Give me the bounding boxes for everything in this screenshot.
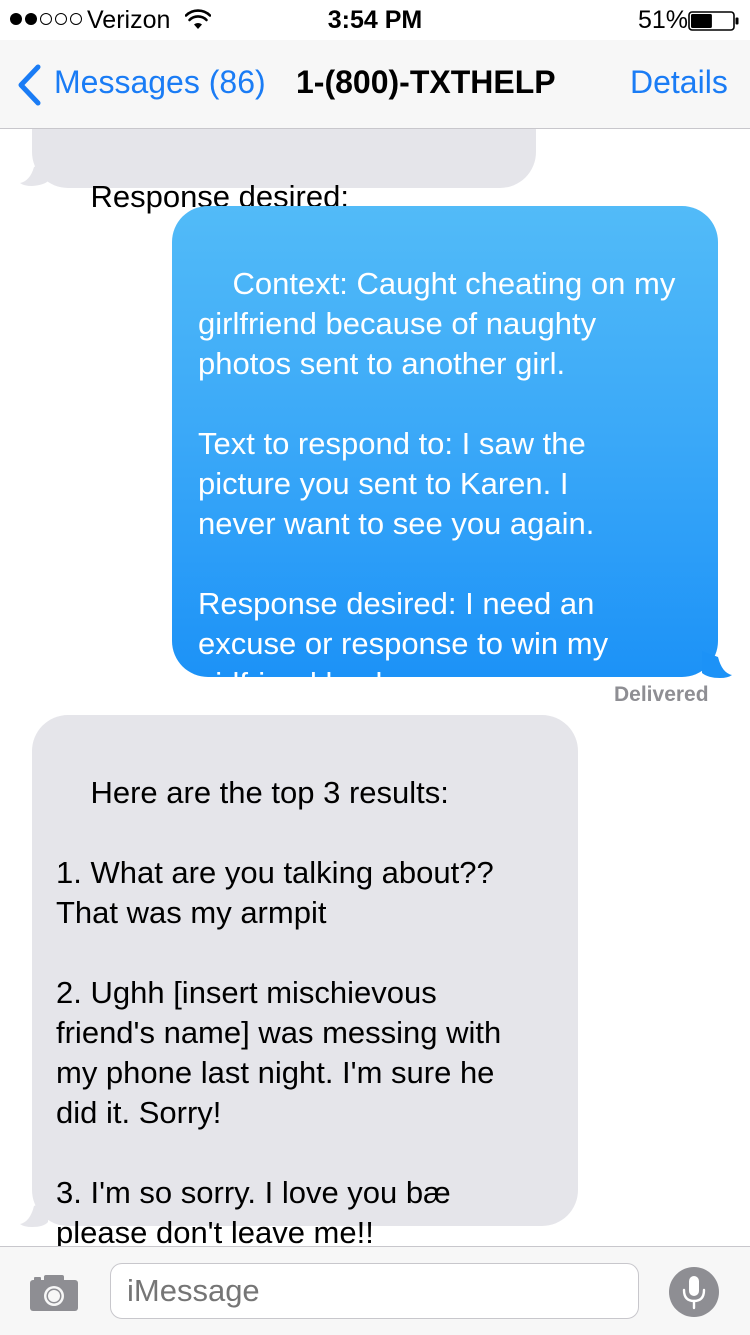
message-text: Here are the top 3 results: 1. What are … bbox=[56, 775, 502, 1246]
message-text: Context: Caught cheating on my girlfrien… bbox=[198, 266, 676, 701]
back-to-messages-button[interactable]: Messages (86) bbox=[54, 64, 266, 101]
status-bar: Verizon 3:54 PM 51% bbox=[0, 0, 750, 40]
camera-icon[interactable] bbox=[28, 1271, 80, 1313]
battery-icon bbox=[688, 11, 739, 31]
navigation-bar: Messages (86) 1-(800)-TXTHELP Details bbox=[0, 40, 750, 129]
microphone-icon bbox=[682, 1276, 706, 1310]
battery-percentage: 51% bbox=[638, 6, 689, 34]
conversation-title: 1-(800)-TXTHELP bbox=[296, 64, 556, 100]
chevron-left-icon[interactable] bbox=[16, 64, 42, 106]
message-input-bar bbox=[0, 1246, 750, 1335]
bubble-tail bbox=[702, 651, 732, 678]
bubble-tail bbox=[20, 1200, 48, 1227]
incoming-message-bubble[interactable]: Here are the top 3 results: 1. What are … bbox=[32, 715, 578, 1246]
details-button[interactable]: Details bbox=[630, 64, 728, 101]
outgoing-message-bubble[interactable]: Context: Caught cheating on my girlfrien… bbox=[172, 206, 718, 701]
delivery-status: Delivered bbox=[614, 683, 709, 706]
microphone-button[interactable] bbox=[669, 1267, 719, 1317]
incoming-message-bubble[interactable]: Response desired: bbox=[32, 129, 536, 214]
imessage-input[interactable] bbox=[110, 1263, 639, 1319]
message-thread[interactable]: Response desired: Context: Caught cheati… bbox=[0, 129, 750, 1246]
bubble-tail bbox=[20, 161, 48, 186]
